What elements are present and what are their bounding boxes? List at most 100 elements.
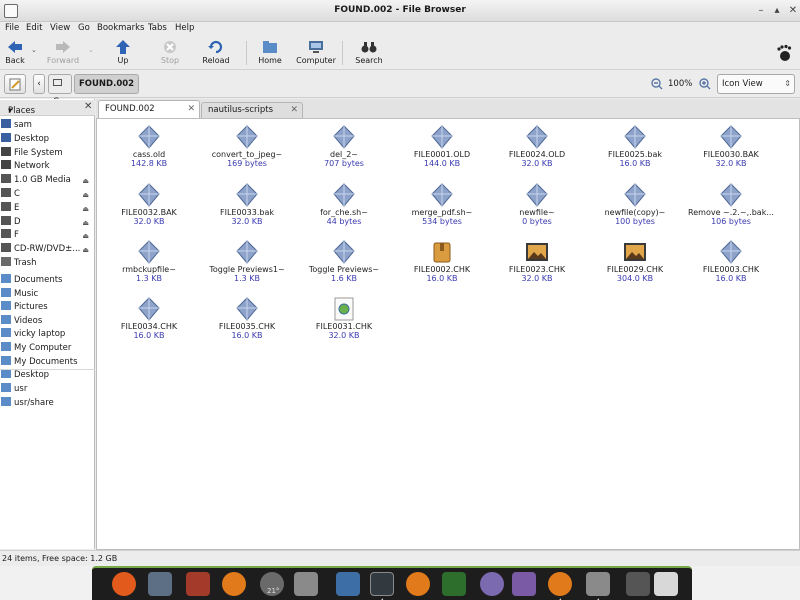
sidebar-item[interactable]: Trash — [1, 257, 93, 270]
file-item[interactable]: Toggle Previews~ 1.6 KB — [296, 240, 392, 283]
menu-bookmarks[interactable]: Bookmarks — [97, 23, 145, 33]
back-history-icon[interactable]: ⌄ — [31, 46, 37, 54]
menu-view[interactable]: View — [50, 23, 70, 33]
menu-help[interactable]: Help — [175, 23, 194, 33]
up-button[interactable]: Up — [110, 39, 136, 69]
sidebar-item[interactable]: 1.0 GB Media ⏏ — [1, 174, 93, 187]
file-item[interactable]: FILE0025.bak 16.0 KB — [587, 125, 683, 168]
places-header[interactable]: Places ▾ ✕ — [0, 100, 95, 116]
file-item[interactable]: FILE0030.BAK 32.0 KB — [683, 125, 779, 168]
tab-found002[interactable]: FOUND.002 ✕ — [98, 100, 200, 118]
stop-button[interactable]: Stop — [156, 39, 184, 69]
file-item[interactable]: Toggle Previews1~ 1.3 KB — [199, 240, 295, 283]
sidebar-item[interactable]: File System — [1, 147, 93, 160]
ubuntu-logo-icon[interactable] — [112, 572, 136, 596]
eject-icon[interactable]: ⏏ — [82, 230, 89, 243]
tab-close-icon[interactable]: ✕ — [290, 103, 298, 118]
sidebar-item[interactable]: Music — [1, 288, 93, 301]
eject-icon[interactable]: ⏏ — [82, 189, 89, 202]
sidebar-item[interactable]: My Documents — [1, 356, 93, 369]
zoom-out-icon[interactable] — [651, 78, 663, 90]
sidebar-item[interactable]: My Computer — [1, 342, 93, 355]
breadcrumb-left-button[interactable]: ‹ — [33, 74, 45, 94]
menu-tabs[interactable]: Tabs — [148, 23, 167, 33]
file-item[interactable]: newfile(copy)~ 100 bytes — [587, 183, 683, 226]
sidebar-item[interactable]: Documents — [1, 274, 93, 287]
file-item[interactable]: FILE0032.BAK 32.0 KB — [101, 183, 197, 226]
sidebar-item[interactable]: Pictures — [1, 301, 93, 314]
logout-icon[interactable] — [186, 572, 210, 596]
minimize-icon[interactable]: – — [754, 4, 768, 18]
forward-button[interactable]: Forward — [44, 39, 82, 69]
file-item[interactable]: convert_to_jpeg~ 169 bytes — [199, 125, 295, 168]
file-item[interactable]: FILE0033.bak 32.0 KB — [199, 183, 295, 226]
search-button[interactable]: Search — [352, 39, 386, 69]
search-tool-icon[interactable] — [654, 572, 678, 596]
file-item[interactable]: Remove ~.2.~,.bak... 106 bytes — [683, 183, 779, 226]
file-view[interactable]: cass.old 142.8 KB convert_to_jpeg~ 169 byte… — [96, 118, 800, 550]
tab-close-icon[interactable]: ✕ — [187, 101, 195, 118]
terminal-icon[interactable] — [370, 572, 394, 596]
computer-button[interactable]: Computer — [295, 39, 337, 69]
file-item[interactable]: FILE0024.OLD 32.0 KB — [489, 125, 585, 168]
forward-history-icon[interactable]: ⌄ — [88, 46, 94, 54]
file-item[interactable]: FILE0031.CHK 32.0 KB — [296, 297, 392, 340]
magnifier-search-icon[interactable] — [148, 572, 172, 596]
sidebar-item[interactable]: sam — [1, 119, 93, 132]
breadcrumb-drive[interactable]: C — [48, 74, 72, 107]
tab-nautilus-scripts[interactable]: nautilus-scripts ✕ — [201, 102, 303, 118]
sidebar-item[interactable]: D ⏏ — [1, 216, 93, 229]
save-disk-icon[interactable] — [336, 572, 360, 596]
sidebar-item[interactable]: E ⏏ — [1, 202, 93, 215]
chat-pidgin-icon[interactable] — [480, 572, 504, 596]
menu-go[interactable]: Go — [78, 23, 90, 33]
zoom-level[interactable]: 100% — [668, 79, 692, 89]
sidebar-item[interactable]: Videos — [1, 315, 93, 328]
zoom-in-icon[interactable] — [699, 78, 711, 90]
home-button[interactable]: Home — [255, 39, 285, 69]
burner-icon[interactable] — [406, 572, 430, 596]
sidebar-item[interactable]: usr — [1, 383, 93, 396]
file-item[interactable]: cass.old 142.8 KB — [101, 125, 197, 168]
sidebar-item[interactable]: Network — [1, 160, 93, 173]
file-cabinet-icon[interactable] — [586, 572, 610, 596]
sidebar-item[interactable]: CD-RW/DVD±... ⏏ — [1, 243, 93, 256]
sidebar-item[interactable]: Desktop — [1, 369, 93, 382]
file-item[interactable]: for_che.sh~ 44 bytes — [296, 183, 392, 226]
view-mode-select[interactable]: Icon View ⇕ — [717, 74, 795, 94]
file-item[interactable]: merge_pdf.sh~ 534 bytes — [394, 183, 490, 226]
firefox-icon[interactable] — [548, 572, 572, 596]
file-item[interactable]: FILE0002.CHK 16.0 KB — [394, 240, 490, 283]
menu-edit[interactable]: Edit — [26, 23, 42, 33]
file-item[interactable]: del_2~ 707 bytes — [296, 125, 392, 168]
reload-button[interactable]: Reload — [200, 39, 232, 69]
edit-location-button[interactable] — [4, 74, 26, 94]
volume-icon[interactable] — [294, 572, 318, 596]
maximize-icon[interactable]: ▴ — [770, 4, 784, 18]
file-item[interactable]: FILE0003.CHK 16.0 KB — [683, 240, 779, 283]
breadcrumb-current-folder[interactable]: FOUND.002 — [74, 74, 140, 94]
sidebar-item[interactable]: C ⏏ — [1, 188, 93, 201]
file-item[interactable]: FILE0029.CHK 304.0 KB — [587, 240, 683, 283]
sidebar-item[interactable]: Desktop — [1, 133, 93, 146]
menu-file[interactable]: File — [5, 23, 19, 33]
file-item[interactable]: rmbckupfile~ 1.3 KB — [101, 240, 197, 283]
eject-icon[interactable]: ⏏ — [82, 175, 89, 188]
sidebar-close-icon[interactable]: ✕ — [84, 101, 92, 112]
file-item[interactable]: FILE0034.CHK 16.0 KB — [101, 297, 197, 340]
file-item[interactable]: FILE0023.CHK 32.0 KB — [489, 240, 585, 283]
close-icon[interactable]: ✕ — [786, 4, 800, 18]
sidebar-item[interactable]: F ⏏ — [1, 229, 93, 242]
sidebar-item[interactable]: usr/share — [1, 397, 93, 410]
eject-icon[interactable]: ⏏ — [82, 203, 89, 216]
sidebar-item[interactable]: vicky laptop — [1, 328, 93, 341]
file-item[interactable]: FILE0001.OLD 144.0 KB — [394, 125, 490, 168]
camera-icon[interactable] — [626, 572, 650, 596]
clock-icon[interactable] — [222, 572, 246, 596]
file-item[interactable]: FILE0035.CHK 16.0 KB — [199, 297, 295, 340]
back-button[interactable]: Back — [2, 39, 28, 69]
settings-gear-icon[interactable] — [512, 572, 536, 596]
system-monitor-icon[interactable] — [442, 572, 466, 596]
eject-icon[interactable]: ⏏ — [82, 244, 89, 257]
file-item[interactable]: newfile~ 0 bytes — [489, 183, 585, 226]
